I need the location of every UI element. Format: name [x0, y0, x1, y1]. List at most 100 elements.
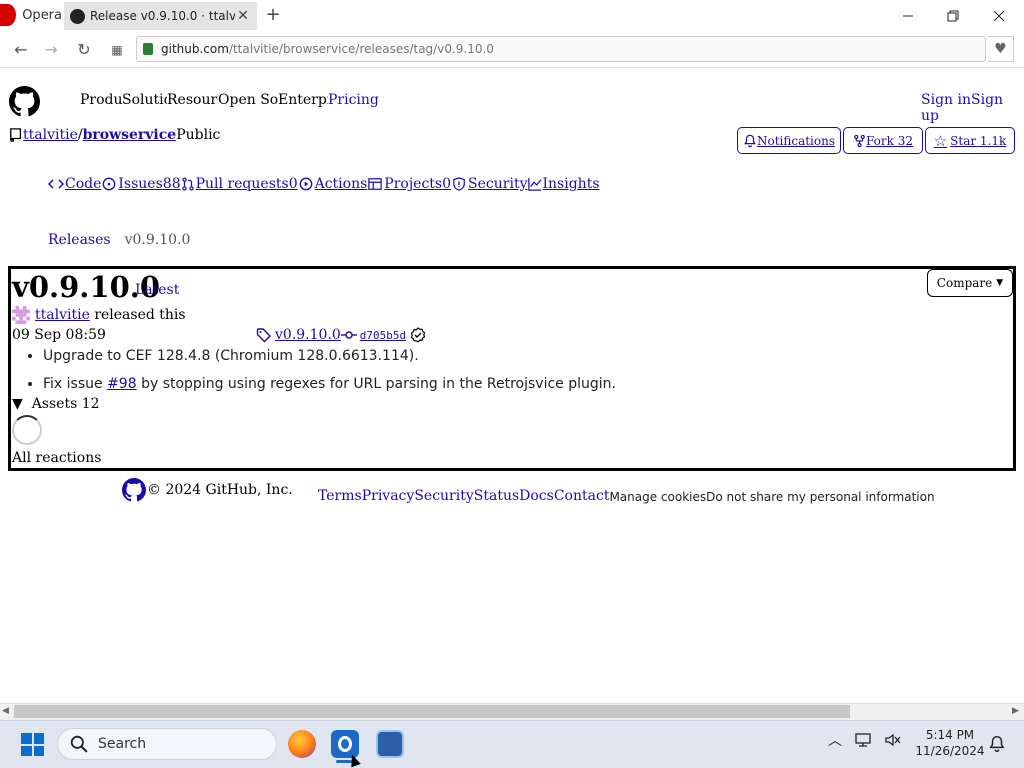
do-not-share-button[interactable]: Do not share my personal information [706, 490, 934, 504]
footer-terms-link[interactable]: Terms [318, 488, 362, 504]
triangle-down-icon: ▼ [12, 396, 23, 412]
fork-count: 32 [897, 133, 913, 148]
tab-security[interactable]: Security [451, 176, 528, 192]
shield-icon [453, 177, 465, 191]
footer-links: Terms Privacy Security Status Docs Contact Man… [318, 488, 935, 504]
repo-name-link[interactable]: browservice [83, 127, 177, 143]
nav-open-source[interactable]: Open Source [218, 92, 278, 108]
issue-98-link[interactable]: #98 [107, 376, 137, 392]
release-note-text: Upgrade to CEF 128.4.8 (Chromium 128.0.6… [43, 348, 419, 364]
taskbar-search[interactable]: Search [57, 728, 277, 760]
tab-insights[interactable]: Insights [527, 176, 600, 192]
star-button[interactable]: ☆ Star 1.1k [925, 127, 1015, 154]
forward-arrow-icon[interactable]: → [40, 40, 62, 60]
minimize-button[interactable] [885, 0, 931, 32]
new-tab-button[interactable]: + [262, 4, 284, 26]
released-text: released this [94, 307, 186, 323]
auth-links: Sign inSign up [921, 92, 1024, 124]
verified-check-icon[interactable] [410, 327, 426, 343]
speed-dial-grid-icon[interactable]: ▦ [106, 40, 128, 60]
github-logo-icon[interactable] [9, 86, 40, 117]
nav-pricing[interactable]: Pricing [328, 92, 379, 108]
firefox-icon[interactable] [288, 730, 316, 758]
repo-visibility-label: Public [176, 127, 221, 143]
tab-projects[interactable]: Projects 0 [367, 176, 451, 192]
release-notes: Upgrade to CEF 128.4.8 (Chromium 128.0.6… [43, 347, 616, 403]
remote-desktop-icon[interactable] [376, 730, 404, 758]
tab-code-label: Code [65, 176, 102, 192]
nav-enterprise[interactable]: Enterprise [278, 92, 328, 108]
clock-time: 5:14 PM [925, 728, 975, 742]
url-input[interactable]: github.com/ttalvitie/browservice/release… [136, 36, 986, 62]
release-tag-commit: v0.9.10.0 d705b5d [256, 327, 426, 343]
tag-link[interactable]: v0.9.10.0 [275, 327, 341, 343]
tab-code[interactable]: Code [48, 176, 101, 192]
opera-label: Opera [22, 7, 62, 23]
heart-icon[interactable]: ♥ [988, 36, 1014, 62]
footer-privacy-link[interactable]: Privacy [362, 488, 415, 504]
close-window-button[interactable] [976, 0, 1022, 32]
release-note-text: by stopping using regexes for URL parsin… [136, 376, 616, 392]
maximize-button[interactable] [930, 0, 976, 32]
tab-title: Release v0.9.10.0 · ttalvitie [90, 9, 235, 23]
fork-icon [854, 134, 865, 147]
notifications-button[interactable]: Notifications [737, 127, 841, 154]
footer-status-link[interactable]: Status [474, 488, 519, 504]
nav-solutions[interactable]: Solutions [122, 92, 167, 108]
compare-button[interactable]: Compare ▼ [927, 269, 1013, 297]
release-author-line: ttalvitie released this [12, 306, 186, 324]
repo-heading: ttalvitie / browservice Public [9, 127, 220, 143]
windows-start-icon[interactable] [21, 733, 44, 756]
nav-resources[interactable]: Resources [167, 92, 218, 108]
footer-docs-link[interactable]: Docs [519, 488, 554, 504]
github-footer-logo-icon[interactable] [122, 478, 146, 502]
release-note-item: Upgrade to CEF 128.4.8 (Chromium 128.0.6… [43, 347, 616, 365]
search-icon [70, 735, 88, 753]
avatar[interactable] [12, 306, 30, 324]
breadcrumb: Releases v0.9.10.0 [48, 232, 190, 248]
top-nav: Product Solutions Resources Open Source … [80, 92, 379, 108]
footer-contact-link[interactable]: Contact [554, 488, 610, 504]
footer-security-link[interactable]: Security [414, 488, 473, 504]
releases-link[interactable]: Releases [48, 232, 111, 248]
sign-in-link[interactable]: Sign in [921, 92, 971, 108]
browser-tab[interactable]: Release v0.9.10.0 · ttalvitie ✕ [64, 2, 257, 30]
release-note-item: Fix issue #98 by stopping using regexes … [43, 375, 616, 393]
back-arrow-icon[interactable]: ← [10, 40, 32, 60]
tab-pull-requests[interactable]: Pull requests 0 [181, 176, 298, 192]
github-favicon-icon [70, 8, 85, 24]
loading-spinner-icon [12, 415, 42, 445]
all-reactions-label: All reactions [12, 450, 102, 466]
star-label: Star [950, 133, 977, 148]
clock-date: 11/26/2024 [915, 744, 985, 758]
scrollbar-thumb[interactable] [14, 705, 850, 718]
volume-muted-icon[interactable] [884, 732, 902, 748]
assets-toggle[interactable]: ▼ Assets 12 [12, 396, 100, 412]
manage-cookies-button[interactable]: Manage cookies [609, 490, 706, 504]
notification-bell-icon[interactable] [988, 735, 1006, 753]
fork-label: Fork [865, 133, 894, 148]
tab-close-icon[interactable]: ✕ [235, 8, 251, 24]
chevron-down-icon: ▼ [996, 278, 1004, 288]
tab-issues[interactable]: Issues 88 [101, 176, 181, 192]
nav-product[interactable]: Product [80, 92, 122, 108]
reload-icon[interactable]: ↻ [73, 40, 95, 60]
network-icon[interactable] [854, 732, 872, 748]
star-count: 1.1k [979, 133, 1007, 148]
repo-owner-link[interactable]: ttalvitie [23, 127, 78, 143]
commit-link[interactable]: d705b5d [360, 329, 406, 342]
tab-actions[interactable]: Actions [298, 176, 367, 192]
scroll-right-arrow-icon[interactable]: ▶ [1012, 706, 1019, 716]
notifications-label: Notifications [756, 133, 836, 148]
release-author-link[interactable]: ttalvitie [35, 307, 90, 323]
scroll-left-arrow-icon[interactable]: ◀ [2, 706, 9, 716]
chevron-up-icon[interactable]: ︿ [828, 730, 842, 750]
release-date: 09 Sep 08:59 [12, 327, 106, 343]
release-note-text: Fix issue [43, 376, 108, 392]
tab-projects-label: Projects [384, 176, 443, 192]
fork-button[interactable]: Fork 32 [843, 127, 923, 154]
opera-menu-button[interactable]: Opera [0, 0, 62, 30]
taskbar-clock[interactable]: 5:14 PM 11/26/2024 [912, 727, 988, 759]
tag-icon [256, 328, 271, 343]
graph-icon [527, 177, 542, 191]
